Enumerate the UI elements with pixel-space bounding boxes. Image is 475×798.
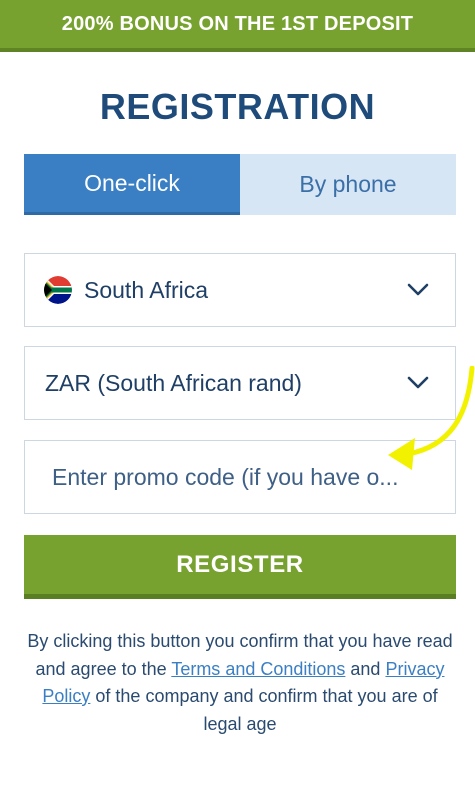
tab-by-phone[interactable]: By phone bbox=[240, 154, 456, 215]
register-button[interactable]: REGISTER bbox=[24, 535, 456, 599]
terms-link[interactable]: Terms and Conditions bbox=[171, 659, 345, 679]
legal-text-3: of the company and confirm that you are … bbox=[90, 686, 438, 734]
promo-code-input[interactable] bbox=[50, 462, 444, 492]
registration-page: 200% BONUS ON THE 1ST DEPOSIT REGISTRATI… bbox=[0, 0, 475, 798]
legal-text-2: and bbox=[345, 658, 386, 679]
legal-notice: By clicking this button you confirm that… bbox=[22, 628, 458, 738]
bonus-banner-text: 200% BONUS ON THE 1ST DEPOSIT bbox=[61, 12, 414, 35]
currency-value: ZAR (South African rand) bbox=[45, 369, 302, 396]
chevron-down-icon bbox=[407, 376, 429, 389]
tab-one-click[interactable]: One-click bbox=[24, 154, 240, 215]
country-select[interactable]: South Africa bbox=[24, 253, 456, 327]
south-africa-flag-icon bbox=[44, 276, 72, 304]
page-title: REGISTRATION bbox=[99, 86, 376, 127]
bonus-banner: 200% BONUS ON THE 1ST DEPOSIT bbox=[0, 0, 475, 52]
registration-tabs: One-click By phone bbox=[24, 154, 456, 215]
country-value: South Africa bbox=[84, 276, 209, 303]
currency-select[interactable]: ZAR (South African rand) bbox=[24, 346, 456, 420]
chevron-down-icon bbox=[407, 283, 429, 296]
promo-code-field[interactable] bbox=[24, 440, 456, 514]
register-button-label: REGISTER bbox=[176, 550, 304, 578]
